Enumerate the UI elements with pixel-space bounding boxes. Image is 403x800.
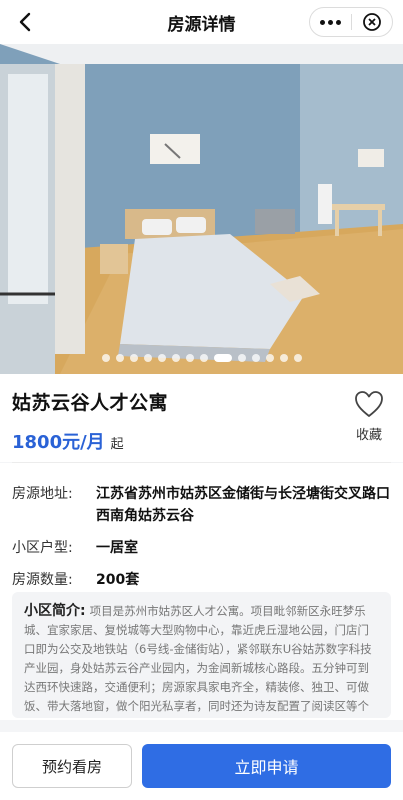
carousel-dot[interactable] (251, 354, 260, 362)
address-row: 房源地址: 江苏省苏州市姑苏区金储街与长泾塘街交叉路口西南角姑苏云谷 (12, 483, 391, 527)
layout-value: 一居室 (96, 540, 138, 556)
listing-info: 姑苏云谷人才公寓 1800元/月 起 收藏 (0, 374, 403, 462)
more-button[interactable] (310, 8, 351, 36)
listing-title: 姑苏云谷人才公寓 (12, 392, 169, 414)
carousel-dot[interactable] (129, 354, 138, 362)
carousel-dot[interactable] (115, 354, 124, 362)
reserve-viewing-button[interactable]: 预约看房 (12, 744, 132, 788)
carousel-dot[interactable] (171, 354, 180, 362)
carousel-dot[interactable] (185, 354, 194, 362)
close-button[interactable] (352, 8, 393, 36)
room-photo-carousel[interactable] (0, 44, 403, 374)
community-intro-section: 小区简介: 项目是苏州市姑苏区人才公寓。项目毗邻新区永旺梦乐城、宜家家居、复悦城等… (0, 588, 403, 720)
carousel-dot[interactable] (213, 354, 232, 362)
miniprogram-capsule (309, 7, 393, 37)
community-intro: 小区简介: 项目是苏州市姑苏区人才公寓。项目毗邻新区永旺梦乐城、宜家家居、复悦城等… (12, 592, 391, 718)
address-value: 江苏省苏州市姑苏区金储街与长泾塘街交叉路口西南角姑苏云谷 (96, 486, 390, 524)
carousel-dot[interactable] (293, 354, 302, 362)
more-dots-icon (319, 19, 341, 25)
page-title: 房源详情 (167, 14, 236, 35)
heart-icon (355, 391, 383, 417)
favorite-label: 收藏 (355, 428, 382, 443)
carousel-dot[interactable] (101, 354, 110, 362)
carousel-dot[interactable] (265, 354, 274, 362)
intro-title: 小区简介: (24, 603, 86, 619)
chevron-left-icon (19, 12, 31, 32)
listing-details: 房源地址: 江苏省苏州市姑苏区金储街与长泾塘街交叉路口西南角姑苏云谷 小区户型:… (0, 463, 403, 588)
room-photo (0, 44, 403, 374)
price-row: 1800元/月 起 (12, 428, 391, 454)
back-button[interactable] (12, 8, 40, 36)
address-label: 房源地址: (12, 486, 73, 502)
price: 1800元/月 (12, 432, 105, 453)
intro-text: 项目是苏州市姑苏区人才公寓。项目毗邻新区永旺梦乐城、宜家家居、复悦城等大型购物中… (24, 604, 372, 713)
price-suffix: 起 (110, 437, 124, 452)
carousel-dot[interactable] (237, 354, 246, 362)
favorite-button[interactable]: 收藏 (349, 390, 389, 443)
carousel-dot[interactable] (143, 354, 152, 362)
close-circle-icon (362, 13, 381, 31)
navigation-bar: 房源详情 (0, 0, 403, 44)
carousel-dot[interactable] (199, 354, 208, 362)
carousel-indicators (0, 354, 403, 362)
bottom-action-bar: 预约看房 立即申请 (0, 732, 403, 800)
layout-row: 小区户型: 一居室 (12, 537, 391, 559)
carousel-dot[interactable] (279, 354, 288, 362)
layout-label: 小区户型: (12, 540, 73, 556)
apply-now-button[interactable]: 立即申请 (142, 744, 391, 788)
carousel-dot[interactable] (157, 354, 166, 362)
